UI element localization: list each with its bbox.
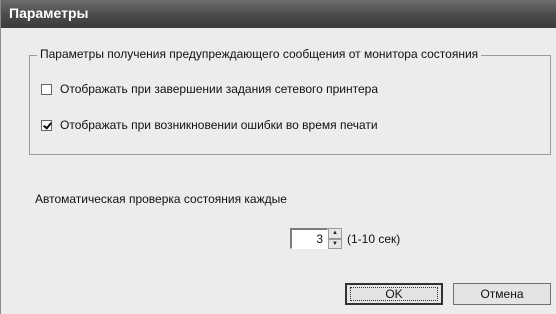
parameters-dialog: Параметры Параметры получения предупрежд… — [0, 0, 556, 314]
interval-spinner[interactable]: 3 ▲ ▼ — [290, 228, 342, 249]
spin-down-icon[interactable]: ▼ — [328, 238, 342, 249]
ok-button[interactable]: OK — [345, 283, 443, 305]
auto-check-label: Автоматическая проверка состояния каждые — [35, 192, 287, 206]
spin-up-icon[interactable]: ▲ — [328, 228, 342, 239]
interval-input[interactable]: 3 — [290, 228, 328, 249]
network-job-complete-checkbox[interactable] — [41, 83, 52, 95]
dialog-title: Параметры — [9, 5, 89, 21]
spinner-buttons: ▲ ▼ — [328, 228, 342, 249]
groupbox-legend: Параметры получения предупреждающего соо… — [37, 47, 482, 61]
title-bar[interactable]: Параметры — [1, 0, 556, 28]
cancel-button-label: Отмена — [480, 287, 524, 301]
network-job-complete-label: Отображать при завершении задания сетево… — [60, 82, 378, 96]
notification-groupbox — [29, 55, 551, 155]
cancel-button[interactable]: Отмена — [453, 283, 551, 305]
print-error-label: Отображать при возникновении ошибки во в… — [60, 118, 378, 132]
option-print-error[interactable]: Отображать при возникновении ошибки во в… — [41, 118, 378, 132]
focus-rectangle — [350, 287, 438, 301]
option-network-job-complete[interactable]: Отображать при завершении задания сетево… — [41, 82, 378, 96]
interval-range-label: (1-10 сек) — [347, 232, 401, 246]
print-error-checkbox[interactable] — [41, 119, 52, 131]
